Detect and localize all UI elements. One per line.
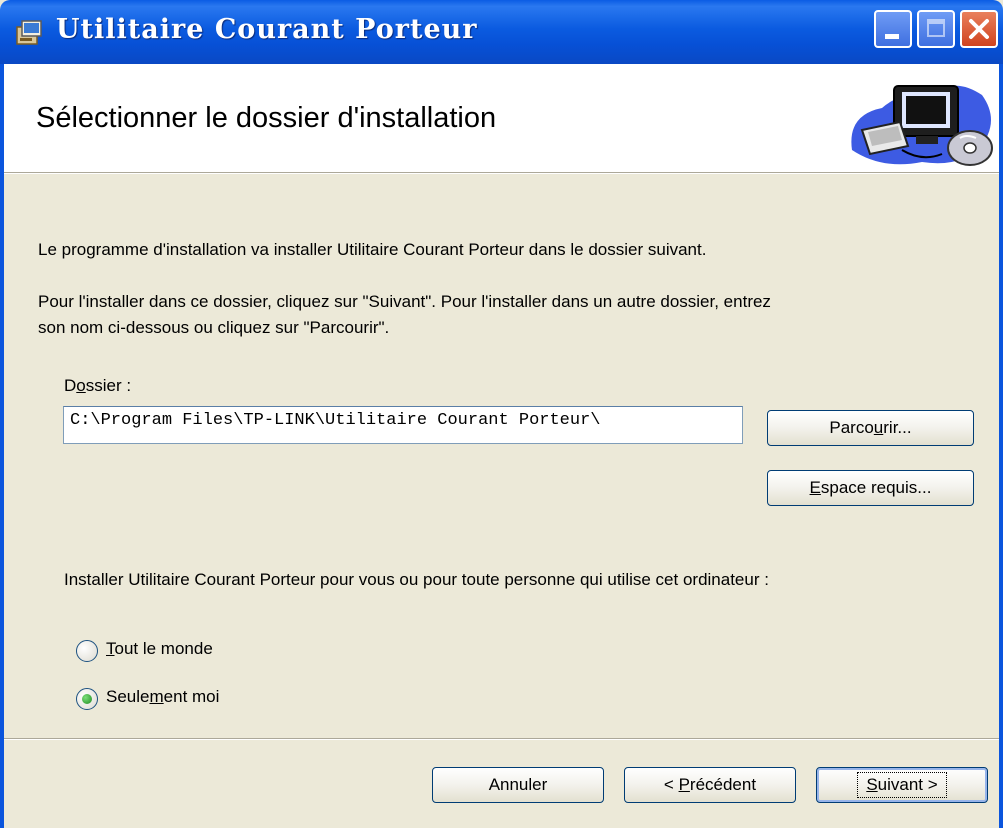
cancel-button[interactable]: Annuler	[432, 767, 604, 803]
folder-label-post: ssier :	[85, 376, 132, 395]
browse-label-accel: u	[873, 418, 884, 437]
install-description: Le programme d'installation va installer…	[38, 240, 707, 259]
page-title: Sélectionner le dossier d'installation	[36, 102, 497, 134]
everyone-label-accel: T	[106, 639, 115, 658]
disk-cost-label-post: space requis...	[820, 478, 932, 497]
cancel-label: Annuler	[488, 775, 548, 794]
instructions-line-2: son nom ci-dessous ou cliquez sur "Parco…	[38, 318, 390, 337]
folder-label-accel: o	[76, 376, 86, 395]
browse-label-pre: Parco	[829, 418, 874, 437]
disk-cost-label: Espace requis...	[810, 478, 932, 498]
next-button[interactable]: Suivant >	[816, 767, 988, 803]
installer-app-icon	[16, 20, 42, 45]
just-me-label-accel: m	[149, 687, 164, 706]
minimize-button[interactable]	[874, 10, 912, 48]
previous-label-accel: P	[678, 775, 690, 794]
header-separator-highlight	[4, 173, 999, 174]
previous-label-pre: <	[663, 775, 679, 794]
header-banner: Sélectionner le dossier d'installation	[4, 64, 999, 172]
just-me-option-label[interactable]: Seulement moi	[106, 687, 219, 707]
previous-label: < Précédent	[664, 775, 756, 795]
minimize-icon	[885, 34, 899, 39]
window-border-right	[999, 64, 1003, 828]
installer-window: Utilitaire Courant Porteur Sélectionner …	[0, 0, 1003, 828]
previous-label-post: récédent	[689, 775, 757, 794]
instructions-line-1: Pour l'installer dans ce dossier, clique…	[38, 292, 771, 311]
next-label-accel: S	[866, 775, 878, 794]
maximize-button	[917, 10, 955, 48]
browse-label: Parcourir...	[829, 418, 911, 438]
computer-setup-icon	[851, 85, 993, 166]
just-me-label-pre: Seule	[106, 687, 150, 706]
next-label-post: uivant >	[877, 775, 938, 794]
disk-cost-button[interactable]: Espace requis...	[767, 470, 974, 506]
folder-label-pre: D	[64, 376, 77, 395]
radio-selected-dot	[82, 694, 92, 704]
everyone-label-post: out le monde	[114, 639, 213, 658]
everyone-option-label[interactable]: Tout le monde	[106, 639, 213, 659]
window-border-left	[0, 64, 4, 828]
title-bar[interactable]: Utilitaire Courant Porteur	[0, 0, 1003, 64]
footer-separator-highlight	[4, 739, 999, 740]
disk-cost-label-accel: E	[809, 478, 821, 497]
close-icon	[969, 19, 989, 39]
install-for-label: Installer Utilitaire Courant Porteur pou…	[64, 570, 769, 589]
maximize-icon	[927, 19, 945, 37]
browse-label-post: rir...	[883, 418, 912, 437]
next-label: Suivant >	[857, 772, 947, 798]
folder-path-input[interactable]: C:\Program Files\TP-LINK\Utilitaire Cour…	[63, 406, 743, 444]
just-me-radio[interactable]	[76, 688, 98, 710]
previous-button[interactable]: < Précédent	[624, 767, 796, 803]
everyone-radio[interactable]	[76, 640, 98, 662]
browse-button[interactable]: Parcourir...	[767, 410, 974, 446]
just-me-label-post: ent moi	[163, 687, 220, 706]
close-button[interactable]	[960, 10, 998, 48]
window-title: Utilitaire Courant Porteur	[56, 14, 478, 45]
folder-label: Dossier :	[64, 376, 131, 396]
